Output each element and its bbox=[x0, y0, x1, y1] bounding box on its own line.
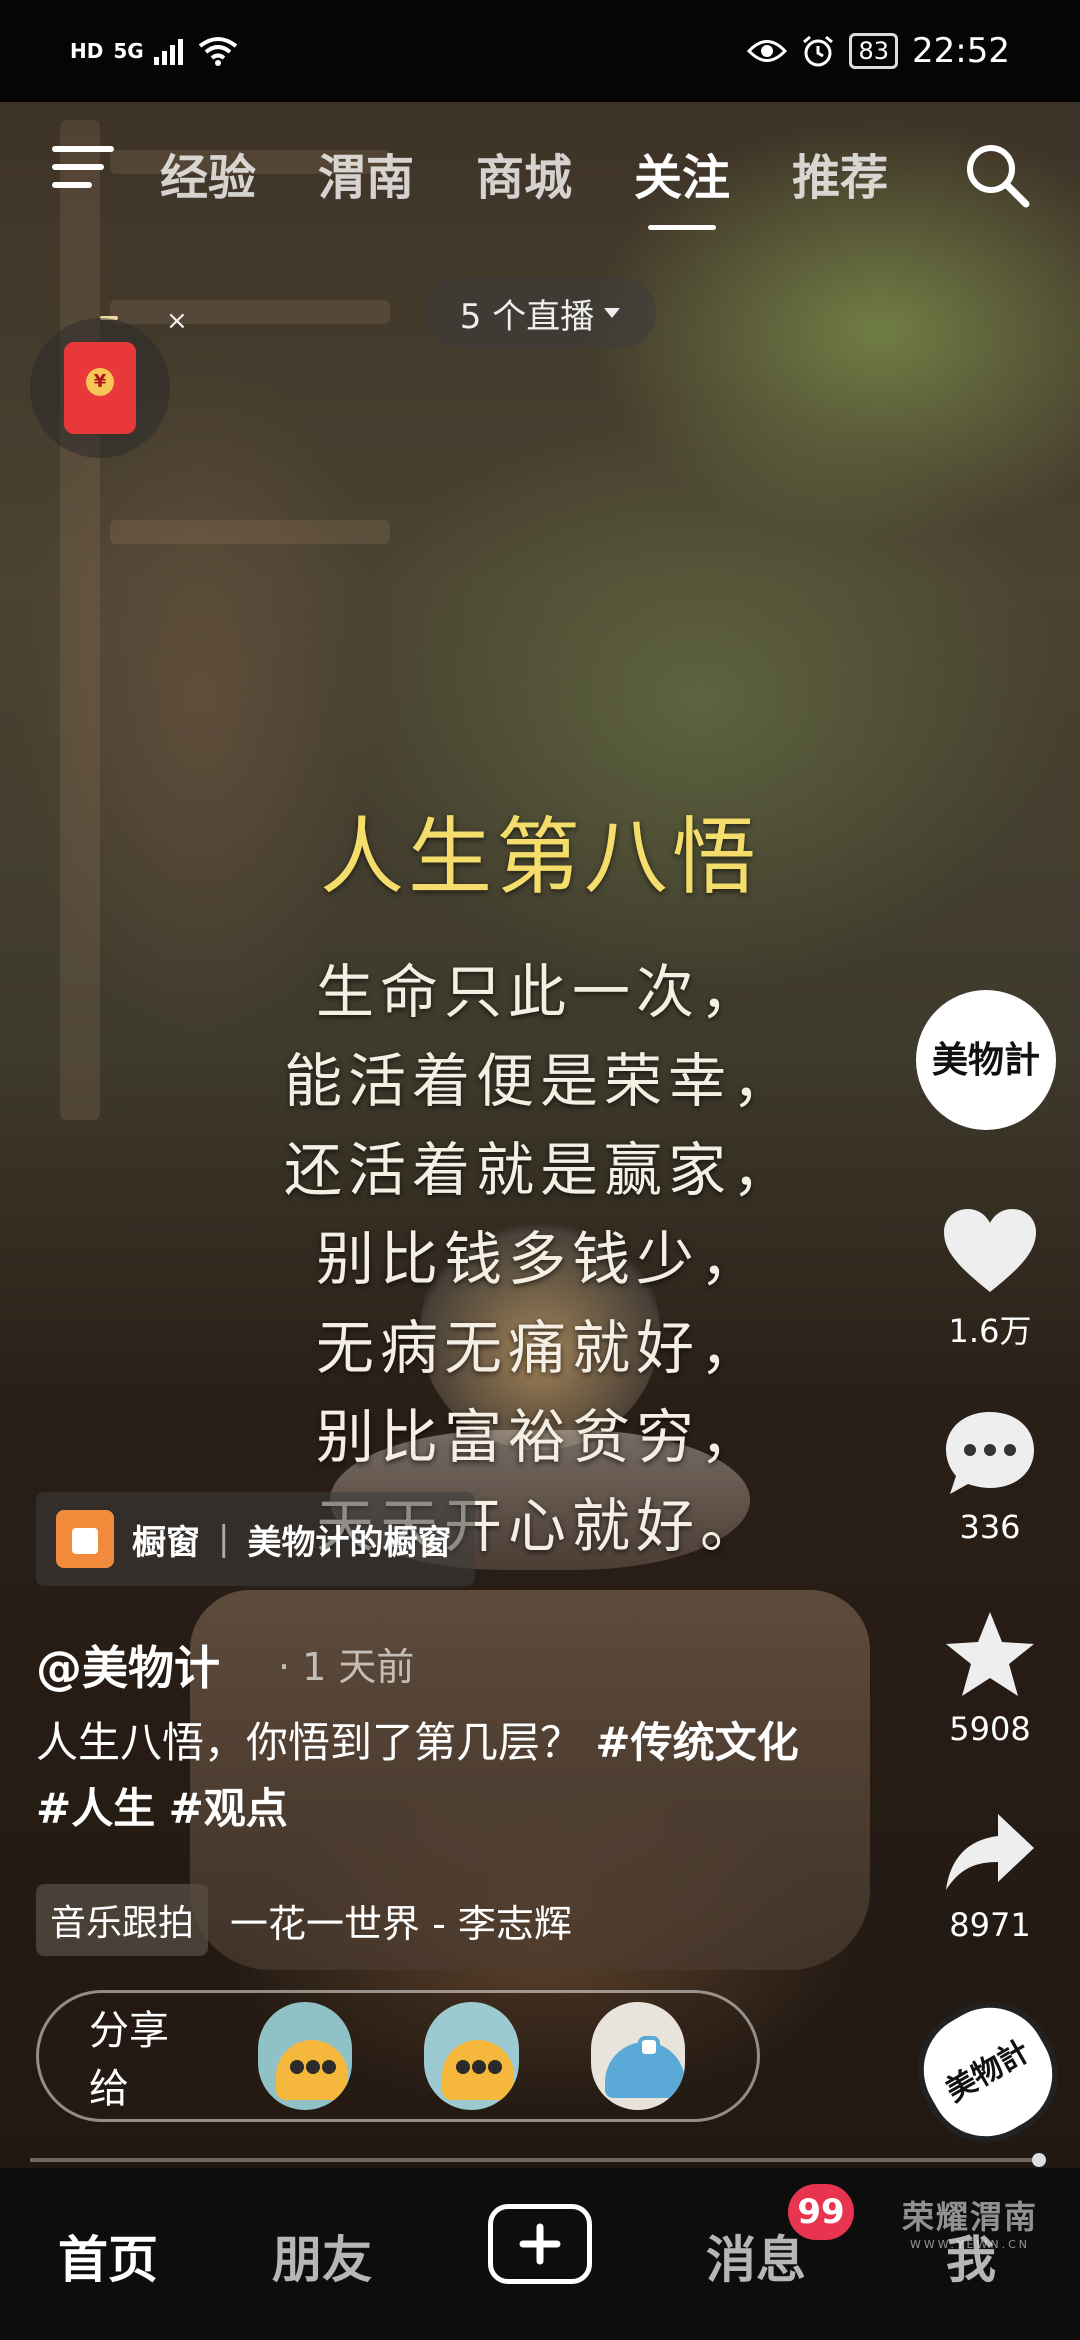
clock: 22:52 bbox=[912, 31, 1010, 71]
video-progress-bar[interactable] bbox=[30, 2153, 1046, 2167]
music-info: 音乐跟拍 一花一世界 - 李志辉 bbox=[36, 1884, 572, 1956]
top-tabs: 经验 渭南 商城 关注 推荐 bbox=[160, 138, 888, 230]
watermark-main: 荣耀渭南 bbox=[901, 2198, 1038, 2236]
music-track[interactable]: 一花一世界 - 李志辉 bbox=[230, 1893, 572, 1948]
share-button[interactable]: 8971 bbox=[916, 1810, 1064, 1944]
music-follow-badge[interactable]: 音乐跟拍 bbox=[36, 1884, 209, 1956]
wifi-icon bbox=[198, 37, 237, 66]
comment-icon bbox=[946, 1412, 1034, 1494]
friend-avatar[interactable] bbox=[590, 2002, 685, 2110]
live-streams-label: 5 个直播 bbox=[459, 296, 595, 337]
tab-weinan[interactable]: 渭南 bbox=[318, 138, 414, 208]
nav-messages[interactable]: 消息 bbox=[706, 2220, 806, 2292]
plus-icon bbox=[519, 2223, 561, 2265]
like-button[interactable]: 1.6万 bbox=[916, 1206, 1064, 1352]
top-nav: 经验 渭南 商城 关注 推荐 bbox=[0, 118, 1080, 230]
alarm-icon bbox=[803, 35, 834, 67]
tab-mall[interactable]: 商城 bbox=[476, 138, 572, 208]
red-packet-close-button[interactable]: × bbox=[166, 306, 188, 336]
heart-icon bbox=[944, 1209, 1036, 1292]
poem-title: 人生第八悟 bbox=[319, 808, 760, 906]
poem-line: 生命只此一次， bbox=[315, 958, 764, 1026]
caret-down-icon bbox=[604, 308, 621, 318]
red-packet-icon: ¥ bbox=[64, 342, 136, 434]
shop-window-chip[interactable]: 橱窗 | 美物计的橱窗 bbox=[36, 1492, 476, 1586]
menu-icon[interactable] bbox=[52, 146, 114, 196]
create-post-button[interactable] bbox=[488, 2204, 592, 2284]
nav-friends[interactable]: 朋友 bbox=[272, 2220, 372, 2292]
site-watermark: 荣耀渭南 WWW.YEWN.CN bbox=[880, 2192, 1060, 2251]
friend-avatar[interactable] bbox=[257, 2002, 353, 2110]
hashtag-viewpoint[interactable]: #观点 bbox=[169, 1784, 288, 1833]
friend-avatar[interactable] bbox=[424, 2002, 519, 2110]
share-to-friends-bar: 分享给 bbox=[36, 1990, 760, 2122]
tab-following[interactable]: 关注 bbox=[634, 138, 730, 230]
status-bar: HD 5G 83 22:52 bbox=[0, 0, 1080, 102]
yuan-seal: ¥ bbox=[86, 368, 114, 396]
hd-indicator: HD bbox=[70, 39, 104, 63]
creator-avatar[interactable]: 美物計 bbox=[916, 990, 1056, 1130]
share-arrow-icon bbox=[946, 1814, 1034, 1890]
eye-icon bbox=[747, 40, 788, 62]
watermark-sub: WWW.YEWN.CN bbox=[909, 2238, 1031, 2251]
share-count: 8971 bbox=[949, 1906, 1031, 1944]
network-indicator: 5G bbox=[113, 39, 144, 63]
comment-count: 336 bbox=[959, 1508, 1021, 1546]
shop-separator: | bbox=[218, 1519, 230, 1559]
messages-badge: 99 bbox=[788, 2184, 854, 2240]
like-count: 1.6万 bbox=[948, 1312, 1032, 1350]
star-icon bbox=[946, 1612, 1034, 1696]
caption-text: 人生八悟，你悟到了第几层？ bbox=[36, 1718, 583, 1767]
search-icon[interactable] bbox=[962, 140, 1032, 210]
live-streams-dropdown[interactable]: 5 个直播 bbox=[424, 278, 656, 348]
poem-line: 还活着就是赢家， bbox=[283, 1136, 796, 1204]
hashtag-life[interactable]: #人生 bbox=[36, 1784, 155, 1833]
signal-icon bbox=[153, 39, 183, 65]
favorite-button[interactable]: 5908 bbox=[916, 1610, 1064, 1748]
hashtag-traditional-culture[interactable]: #传统文化 bbox=[595, 1718, 798, 1767]
share-label: 分享给 bbox=[89, 2008, 169, 2112]
post-time: · 1 天前 bbox=[278, 1645, 415, 1689]
tab-experience[interactable]: 经验 bbox=[160, 138, 256, 208]
post-caption: 人生八悟，你悟到了第几层？ #传统文化 #人生 #观点 bbox=[36, 1710, 816, 1842]
progress-handle[interactable] bbox=[1032, 2153, 1046, 2167]
shop-label: 橱窗 bbox=[132, 1522, 200, 1563]
shopping-bag-icon bbox=[56, 1510, 114, 1568]
tab-recommend[interactable]: 推荐 bbox=[792, 138, 888, 208]
red-packet-widget[interactable]: ¥ bbox=[30, 318, 170, 458]
battery-level: 83 bbox=[849, 33, 899, 69]
nav-home[interactable]: 首页 bbox=[58, 2220, 158, 2292]
comment-button[interactable]: 336 bbox=[916, 1408, 1064, 1546]
author-name[interactable]: @美物计 bbox=[36, 1632, 220, 1698]
shop-name: 美物计的橱窗 bbox=[247, 1522, 452, 1563]
favorite-count: 5908 bbox=[949, 1710, 1031, 1748]
